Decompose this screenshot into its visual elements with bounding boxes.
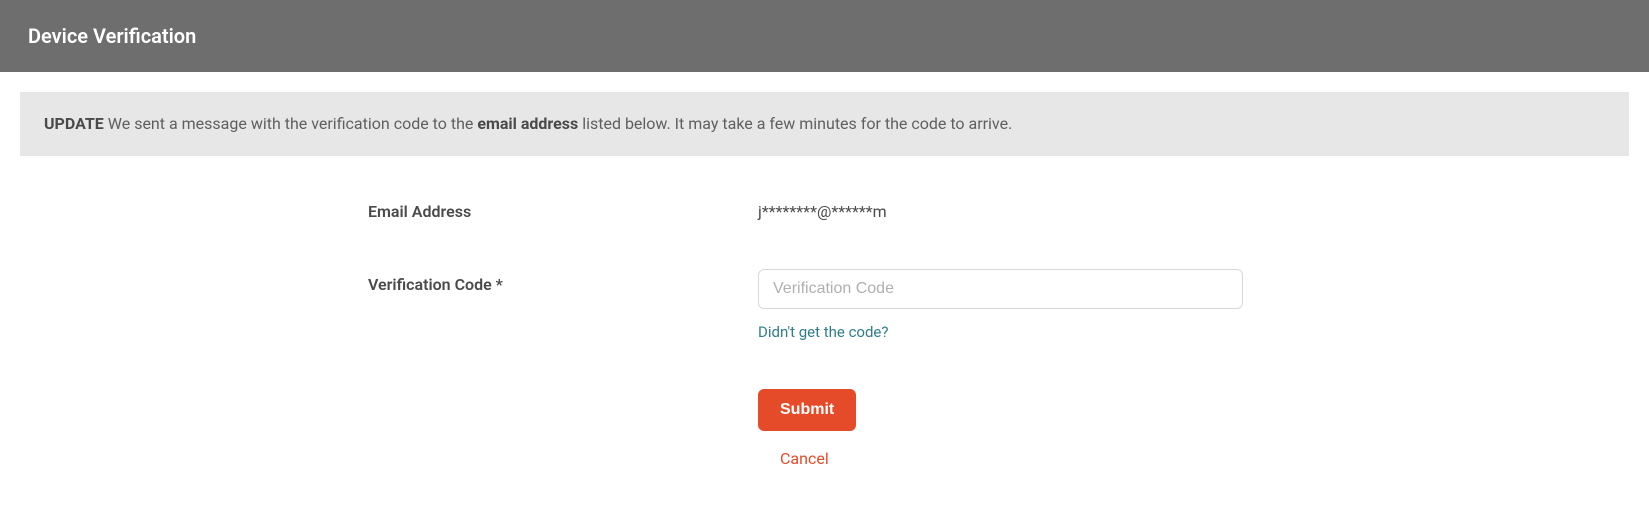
email-label: Email Address	[20, 196, 758, 221]
code-input-col: Didn't get the code?	[758, 269, 1629, 341]
page-title: Device Verification	[28, 24, 1621, 48]
notice-text-before: We sent a message with the verification …	[104, 114, 478, 133]
email-row: Email Address j********@******m	[20, 196, 1629, 221]
update-notice: UPDATE We sent a message with the verifi…	[20, 92, 1629, 156]
code-label: Verification Code *	[20, 269, 758, 294]
page-header: Device Verification	[0, 0, 1649, 72]
content-wrap: UPDATE We sent a message with the verifi…	[0, 72, 1649, 488]
code-row: Verification Code * Didn't get the code?	[20, 269, 1629, 341]
verification-code-input[interactable]	[758, 269, 1243, 309]
verification-form: Email Address j********@******m Verifica…	[20, 156, 1629, 468]
email-value: j********@******m	[758, 196, 1629, 221]
notice-prefix: UPDATE	[44, 114, 104, 133]
notice-text-after: listed below. It may take a few minutes …	[578, 114, 1012, 133]
notice-mid-bold: email address	[477, 114, 578, 133]
resend-code-link[interactable]: Didn't get the code?	[758, 323, 888, 341]
cancel-row: Cancel	[20, 449, 1629, 468]
actions-row: Submit	[20, 389, 1629, 431]
submit-button[interactable]: Submit	[758, 389, 856, 431]
cancel-link[interactable]: Cancel	[780, 449, 829, 468]
